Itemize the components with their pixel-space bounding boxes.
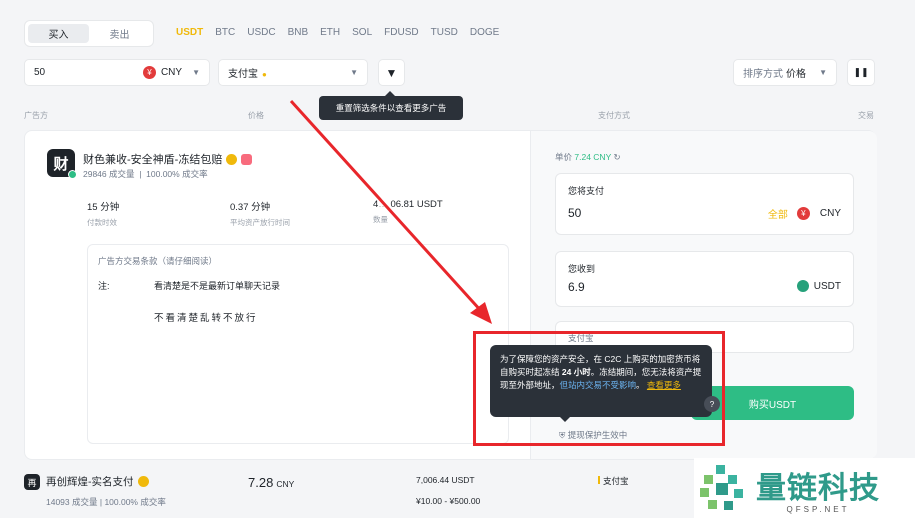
verified-badge-icon — [137, 476, 149, 487]
watermark: 量链科技 QFSP.NET — [694, 458, 915, 518]
annotation-arrow-line — [289, 99, 484, 314]
annotation-arrow-head — [470, 302, 492, 324]
watermark-cn: 量链科技 — [756, 470, 880, 506]
ad-payment: 支付宝 — [598, 475, 629, 487]
annotation-arrow — [289, 99, 492, 324]
avatar[interactable]: 再 — [24, 474, 40, 490]
merchant-stats: 14093 成交量 | 100.00% 成交率 — [46, 497, 166, 507]
watermark-logo-icon — [700, 465, 743, 510]
merchant-name[interactable]: 再创辉煌-实名支付 — [46, 474, 149, 489]
ad-price: 7.28 CNY — [248, 475, 295, 490]
ad-limit: ¥10.00 - ¥500.00 — [416, 496, 481, 506]
ad-available: 7,006.44 USDT — [416, 475, 475, 485]
